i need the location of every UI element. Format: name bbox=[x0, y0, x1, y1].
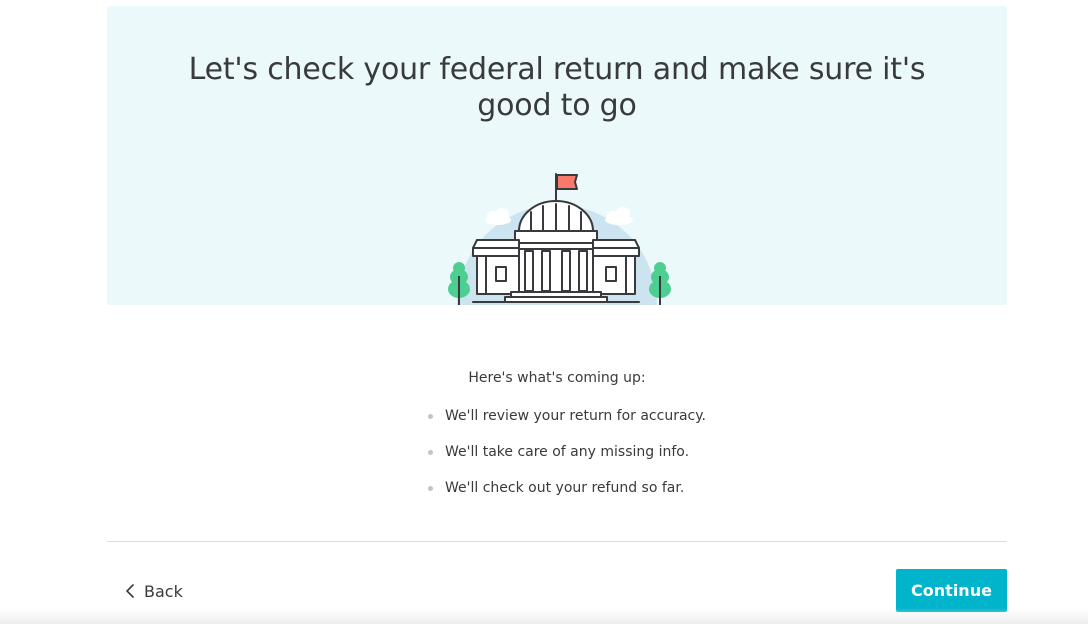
page-title-line-2: good to go bbox=[477, 88, 637, 123]
back-button-label: Back bbox=[144, 581, 183, 601]
hero-banner: Let's check your federal return and make… bbox=[107, 6, 1007, 305]
list-item-text: We'll check out your refund so far. bbox=[445, 480, 685, 496]
list-item: We'll check out your refund so far. bbox=[428, 478, 706, 514]
list-item-text: We'll take care of any missing info. bbox=[445, 444, 690, 460]
bullet-icon bbox=[428, 450, 433, 455]
government-building-icon bbox=[429, 164, 685, 305]
page-title-line-1: Let's check your federal return and make… bbox=[188, 52, 926, 87]
list-item: We'll take care of any missing info. bbox=[428, 442, 706, 478]
continue-button[interactable]: Continue bbox=[896, 569, 1007, 612]
coming-up-list: We'll review your return for accuracy. W… bbox=[428, 406, 706, 514]
bottom-shadow bbox=[0, 608, 1088, 624]
coming-up-intro: Here's what's coming up: bbox=[468, 370, 646, 386]
page-title: Let's check your federal return and make… bbox=[107, 52, 1007, 124]
back-button[interactable]: Back bbox=[124, 578, 183, 604]
bullet-icon bbox=[428, 414, 433, 419]
chevron-left-icon bbox=[126, 584, 134, 598]
footer-divider bbox=[107, 541, 1007, 542]
list-item: We'll review your return for accuracy. bbox=[428, 406, 706, 442]
list-item-text: We'll review your return for accuracy. bbox=[445, 408, 706, 424]
bullet-icon bbox=[428, 486, 433, 491]
